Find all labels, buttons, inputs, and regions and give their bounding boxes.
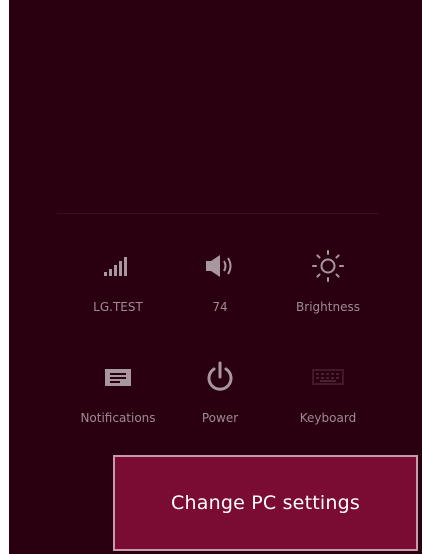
brightness-label: Brightness — [296, 300, 360, 314]
speaker-icon — [200, 246, 240, 286]
network-label: LG.TEST — [93, 300, 143, 314]
volume-button[interactable]: 74 — [170, 246, 270, 326]
message-icon — [98, 357, 138, 397]
network-button[interactable]: LG.TEST — [68, 246, 168, 326]
keyboard-button[interactable]: Keyboard — [278, 357, 378, 437]
divider — [57, 213, 379, 214]
change-pc-settings-button[interactable]: Change PC settings — [113, 455, 418, 551]
power-icon — [200, 357, 240, 397]
power-label: Power — [201, 411, 239, 425]
keyboard-label: Keyboard — [299, 411, 357, 425]
power-button[interactable]: Power — [170, 357, 270, 437]
keyboard-icon — [308, 357, 348, 397]
notifications-label: Notifications — [80, 411, 156, 425]
volume-label: 74 — [212, 300, 228, 314]
change-pc-settings-label: Change PC settings — [171, 492, 360, 514]
sun-icon — [308, 246, 348, 286]
notifications-button[interactable]: Notifications — [68, 357, 168, 437]
brightness-button[interactable]: Brightness — [278, 246, 378, 326]
signal-bars-icon — [98, 246, 138, 286]
